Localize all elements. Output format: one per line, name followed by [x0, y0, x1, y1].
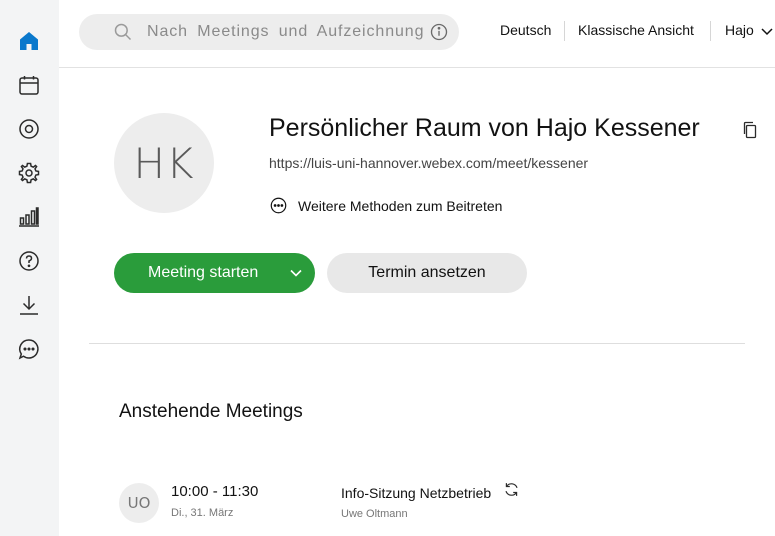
gear-icon[interactable]	[16, 160, 42, 186]
schedule-meeting-button[interactable]: Termin ansetzen	[327, 253, 527, 293]
meeting-date: Di., 31. März	[171, 507, 234, 519]
divider	[710, 21, 711, 41]
recurring-icon	[505, 483, 518, 496]
chevron-down-icon	[761, 28, 773, 36]
search-box[interactable]	[79, 14, 459, 50]
calendar-icon[interactable]	[16, 72, 42, 98]
meeting-time: 10:00 - 11:30	[171, 483, 259, 500]
help-icon[interactable]	[16, 248, 42, 274]
divider	[564, 21, 565, 41]
more-join-methods-label: Weitere Methoden zum Beitreten	[298, 197, 503, 214]
more-join-methods[interactable]: Weitere Methoden zum Beitreten	[270, 197, 502, 214]
copy-icon[interactable]	[742, 121, 758, 139]
search-icon	[114, 23, 132, 41]
bar-chart-icon[interactable]	[16, 204, 42, 230]
schedule-meeting-label: Termin ansetzen	[368, 264, 486, 281]
avatar: HK	[114, 113, 214, 213]
language-link[interactable]: Deutsch	[500, 22, 551, 38]
record-icon[interactable]	[16, 116, 42, 142]
start-meeting-label: Meeting starten	[148, 264, 259, 281]
home-icon[interactable]	[16, 28, 42, 54]
top-bar: Deutsch Klassische Ansicht Hajo	[59, 0, 775, 68]
upcoming-meetings-title: Anstehende Meetings	[119, 401, 303, 422]
meeting-host: Uwe Oltmann	[341, 508, 408, 520]
user-name: Hajo	[725, 22, 754, 38]
chevron-down-icon[interactable]	[289, 266, 303, 280]
chat-icon[interactable]	[16, 336, 42, 362]
room-url[interactable]: https://luis-uni-hannover.webex.com/meet…	[269, 155, 588, 171]
list-item[interactable]: UO 10:00 - 11:30 Di., 31. März Info-Sitz…	[119, 481, 719, 531]
avatar: UO	[119, 483, 159, 523]
classic-view-link[interactable]: Klassische Ansicht	[578, 22, 694, 38]
sidebar	[0, 0, 59, 536]
meeting-title: Info-Sitzung Netzbetrieb	[341, 485, 492, 501]
start-meeting-button[interactable]: Meeting starten	[114, 253, 315, 293]
info-icon[interactable]	[430, 23, 448, 41]
section-divider	[89, 343, 745, 344]
download-icon[interactable]	[16, 292, 42, 318]
search-input[interactable]	[147, 20, 425, 44]
user-menu[interactable]: Hajo	[725, 22, 773, 38]
more-icon	[270, 197, 287, 214]
page-title: Persönlicher Raum von Hajo Kessener	[269, 114, 700, 142]
